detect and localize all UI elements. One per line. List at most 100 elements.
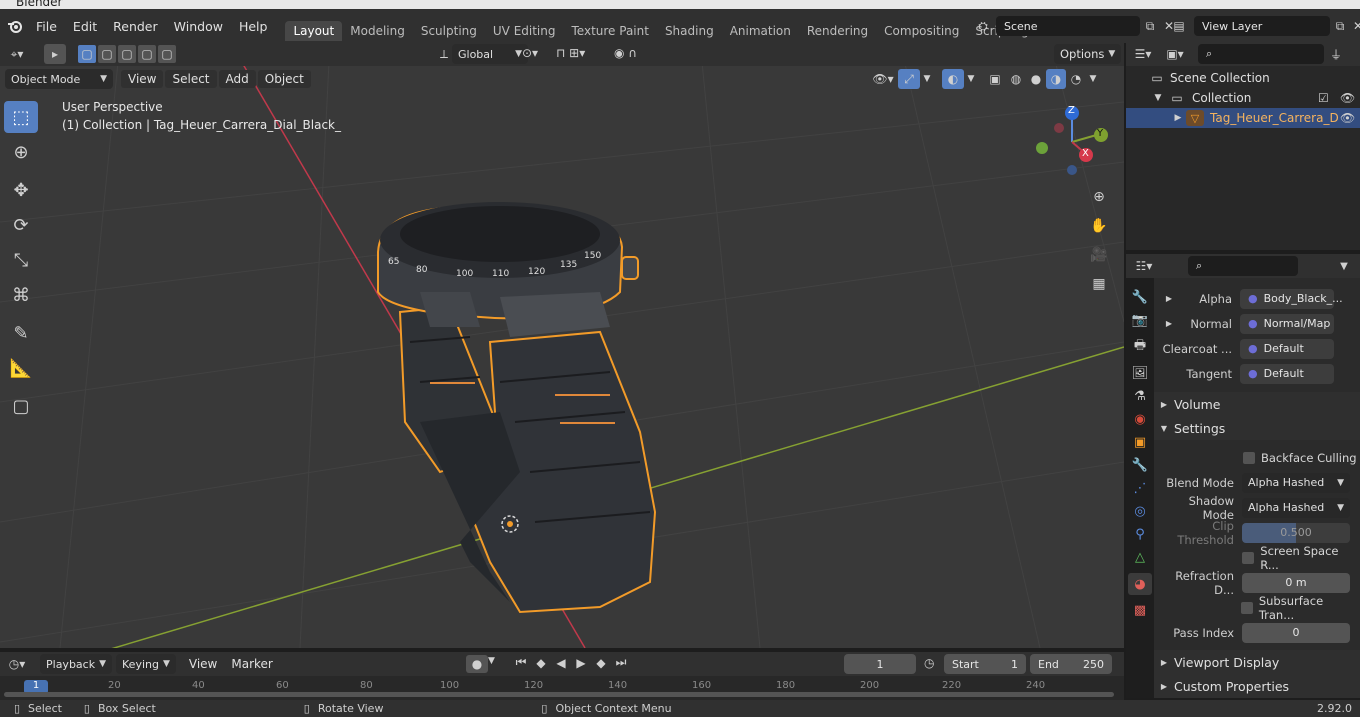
tab-sculpting[interactable]: Sculpting	[413, 21, 485, 41]
menu-select[interactable]: Select	[165, 70, 217, 88]
next-keyframe-icon[interactable]: ◆	[592, 656, 610, 670]
intersect-selection-icon[interactable]: ▢	[158, 45, 176, 63]
playback-menu[interactable]: Playback ▼	[40, 654, 113, 674]
view-layer-field[interactable]: View Layer	[1194, 16, 1330, 36]
pivot-point-icon[interactable]: ⊙▾	[522, 46, 538, 60]
3d-viewport[interactable]: 65 80 100 110 120 135 150 User Perspecti…	[0, 42, 1124, 648]
tab-uv-editing[interactable]: UV Editing	[485, 21, 564, 41]
wireframe-shading-icon[interactable]: ◍	[1006, 72, 1026, 86]
mode-dropdown[interactable]: Object Mode ▼	[5, 69, 113, 89]
play-reverse-icon[interactable]: ◀	[552, 656, 570, 670]
material-tab-icon[interactable]: ◕	[1128, 573, 1152, 595]
display-mode-icon[interactable]: ▣▾	[1160, 47, 1190, 61]
rotate-icon[interactable]: ⟳	[4, 209, 38, 241]
object-tab-icon[interactable]: ▣	[1134, 435, 1146, 450]
xray-toggle-icon[interactable]: ▣	[984, 72, 1006, 86]
alpha-link-field[interactable]: ● Body_Black_...	[1240, 288, 1343, 309]
tab-animation[interactable]: Animation	[722, 21, 799, 41]
subsurface-translucency-checkbox[interactable]	[1241, 601, 1253, 614]
start-frame-field[interactable]: Start 1	[944, 654, 1026, 674]
jump-start-icon[interactable]: ⏮	[512, 655, 530, 670]
constraints-tab-icon[interactable]: ⚲	[1135, 527, 1145, 542]
world-tab-icon[interactable]: ◉	[1134, 412, 1145, 427]
annotate-icon[interactable]: ✎	[4, 317, 38, 349]
play-icon[interactable]: ▶	[572, 656, 590, 670]
keying-menu[interactable]: Keying ▼	[116, 654, 176, 674]
solid-shading-icon[interactable]: ●	[1026, 72, 1046, 86]
visibility-eye-icon[interactable]: 👁	[1340, 111, 1355, 125]
editor-type-icon[interactable]: ⌖▾	[0, 47, 34, 62]
tool-tab-icon[interactable]: 🔧	[1132, 290, 1148, 305]
pass-index-field[interactable]: 0	[1242, 622, 1350, 643]
screen-space-refraction-row[interactable]: Screen Space R...	[1154, 544, 1360, 572]
outliner-row-scene-collection[interactable]: ▭ Scene Collection	[1126, 68, 1360, 88]
backface-culling-checkbox[interactable]	[1243, 451, 1255, 464]
viewport-display-panel-header[interactable]: ▶ Viewport Display	[1154, 650, 1360, 674]
blender-logo-icon[interactable]	[2, 18, 28, 34]
expand-arrow-icon[interactable]: ▼	[1152, 93, 1164, 103]
new-view-layer-icon[interactable]: ⧉	[1330, 19, 1350, 34]
timeline-scrollbar[interactable]	[4, 692, 1114, 697]
backface-culling-row[interactable]: Backface Culling	[1154, 445, 1360, 470]
filter-icon[interactable]: ⏚	[1324, 46, 1348, 63]
select-box-icon[interactable]: ⬚	[4, 101, 38, 133]
expand-arrow-icon[interactable]: ▶	[1154, 294, 1184, 303]
jump-end-icon[interactable]: ⏭	[612, 655, 630, 670]
overlays-dropdown-icon[interactable]: ▼	[964, 74, 978, 84]
physics-tab-icon[interactable]: ◎	[1134, 504, 1145, 519]
tab-texture-paint[interactable]: Texture Paint	[564, 21, 657, 41]
outliner-row-object[interactable]: ▶ ▽ Tag_Heuer_Carrera_D 👁	[1126, 108, 1360, 128]
view-layer-icon[interactable]: ▤	[1164, 19, 1194, 33]
options-button[interactable]: Options ▼	[1054, 44, 1122, 64]
shading-dropdown-icon[interactable]: ▼	[1086, 74, 1100, 84]
tab-layout[interactable]: Layout	[285, 21, 343, 41]
expand-arrow-icon[interactable]: ▶	[1172, 113, 1184, 123]
normal-link-field[interactable]: ● Normal/Map	[1240, 313, 1334, 334]
menu-help[interactable]: Help	[231, 19, 276, 34]
tab-rendering[interactable]: Rendering	[799, 21, 876, 41]
outliner-row-collection[interactable]: ▼ ▭ Collection ☑ 👁	[1126, 88, 1360, 108]
blend-mode-dropdown[interactable]: Alpha Hashed ▼	[1242, 472, 1350, 493]
auto-keying-icon[interactable]: ●	[466, 655, 488, 673]
subtract-selection-icon[interactable]: ▢	[118, 45, 136, 63]
perspective-toggle-icon[interactable]: ▦	[1087, 271, 1111, 297]
rendered-shading-icon[interactable]: ◔	[1066, 72, 1086, 86]
output-tab-icon[interactable]: 🖶	[1134, 336, 1146, 358]
data-tab-icon[interactable]: △	[1135, 550, 1145, 565]
tab-modeling[interactable]: Modeling	[342, 21, 413, 41]
proportional-editing-icon[interactable]: ◉ ∩	[614, 46, 637, 60]
zoom-icon[interactable]: ⊕	[1087, 184, 1111, 210]
preview-range-icon[interactable]: ◷	[924, 656, 934, 670]
measure-icon[interactable]: 📐	[4, 352, 38, 384]
scene-icon[interactable]: ⛭	[970, 19, 996, 34]
menu-add[interactable]: Add	[218, 70, 256, 88]
gizmo-toggle-icon[interactable]: ⤢	[898, 69, 920, 89]
invert-selection-icon[interactable]: ▢	[138, 45, 156, 63]
tab-compositing[interactable]: Compositing	[876, 21, 967, 41]
snap-icon[interactable]: ⊓ ⊞▾	[556, 46, 585, 60]
move-icon[interactable]: ✥	[4, 174, 38, 206]
menu-file[interactable]: File	[28, 19, 65, 34]
tab-shading[interactable]: Shading	[657, 21, 722, 41]
custom-properties-panel-header[interactable]: ▶ Custom Properties	[1154, 674, 1360, 698]
new-scene-icon[interactable]: ⧉	[1140, 19, 1160, 34]
modifier-tab-icon[interactable]: 🔧	[1132, 458, 1148, 473]
particles-tab-icon[interactable]: ⋰	[1134, 481, 1147, 496]
menu-window[interactable]: Window	[166, 19, 231, 34]
properties-editor-icon[interactable]: ☷▾	[1126, 259, 1162, 273]
settings-panel-header[interactable]: ▼ Settings	[1154, 416, 1360, 440]
refraction-depth-field[interactable]: 0 m	[1242, 572, 1350, 593]
gizmo-dropdown-icon[interactable]: ▼	[920, 74, 934, 84]
menu-edit[interactable]: Edit	[65, 19, 105, 34]
clip-threshold-slider[interactable]: 0.500	[1242, 522, 1350, 543]
collection-checkbox-icon[interactable]: ☑	[1318, 91, 1329, 105]
expand-arrow-icon[interactable]: ▶	[1154, 319, 1184, 328]
overlays-toggle-icon[interactable]: ◐	[942, 69, 964, 89]
navigation-gizmo[interactable]: Z Y X	[1030, 102, 1120, 182]
volume-panel-header[interactable]: ▶ Volume	[1154, 392, 1360, 416]
screen-space-refraction-checkbox[interactable]	[1242, 551, 1255, 564]
scale-icon[interactable]: ⤡	[4, 244, 38, 276]
outliner-editor-icon[interactable]: ☰▾	[1126, 47, 1160, 61]
extend-selection-icon[interactable]: ▢	[98, 45, 116, 63]
render-tab-icon[interactable]: 📷	[1132, 313, 1148, 328]
